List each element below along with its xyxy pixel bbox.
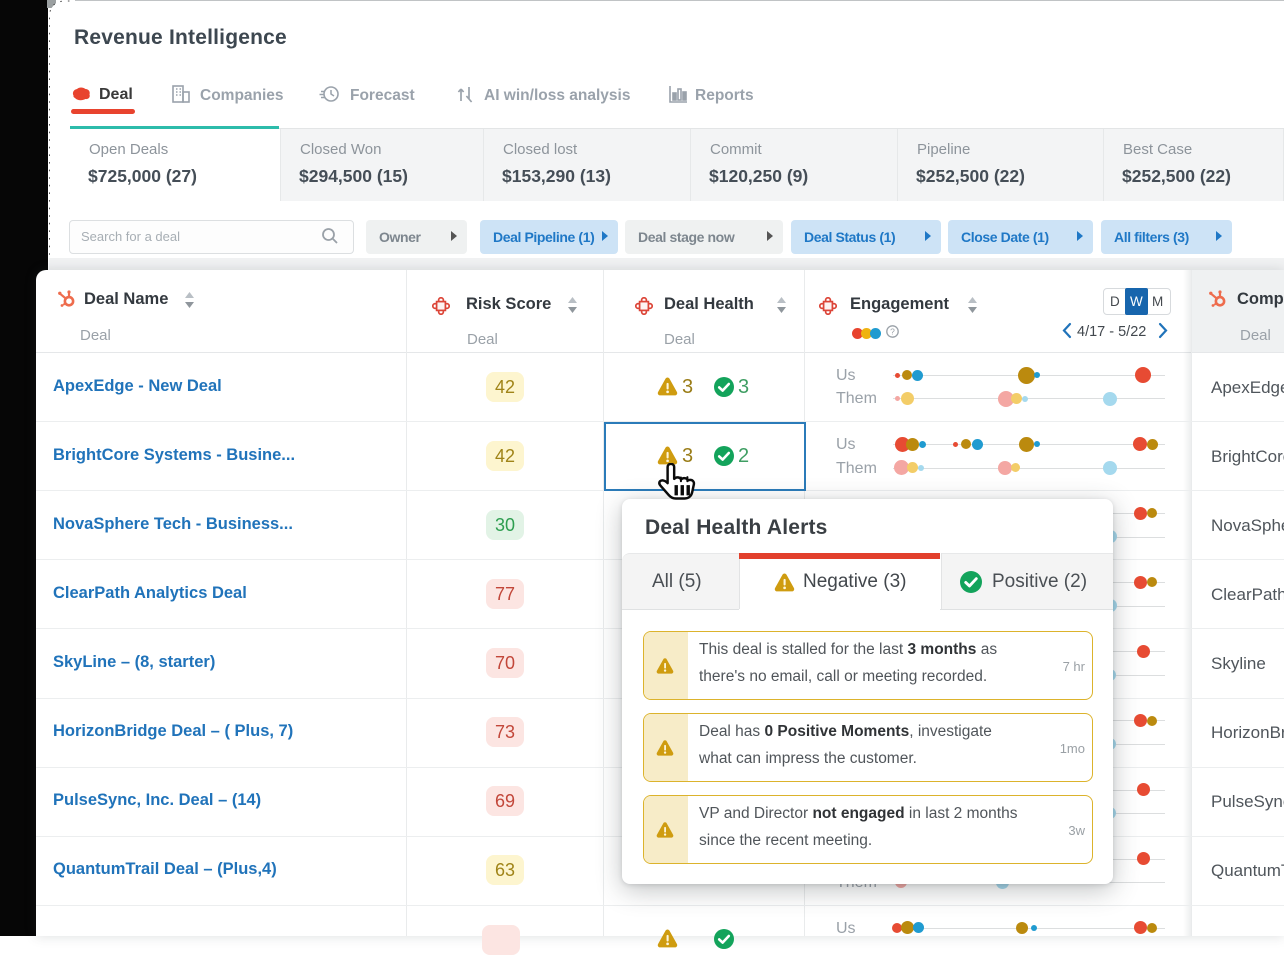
svg-text:?: ? (890, 327, 895, 337)
